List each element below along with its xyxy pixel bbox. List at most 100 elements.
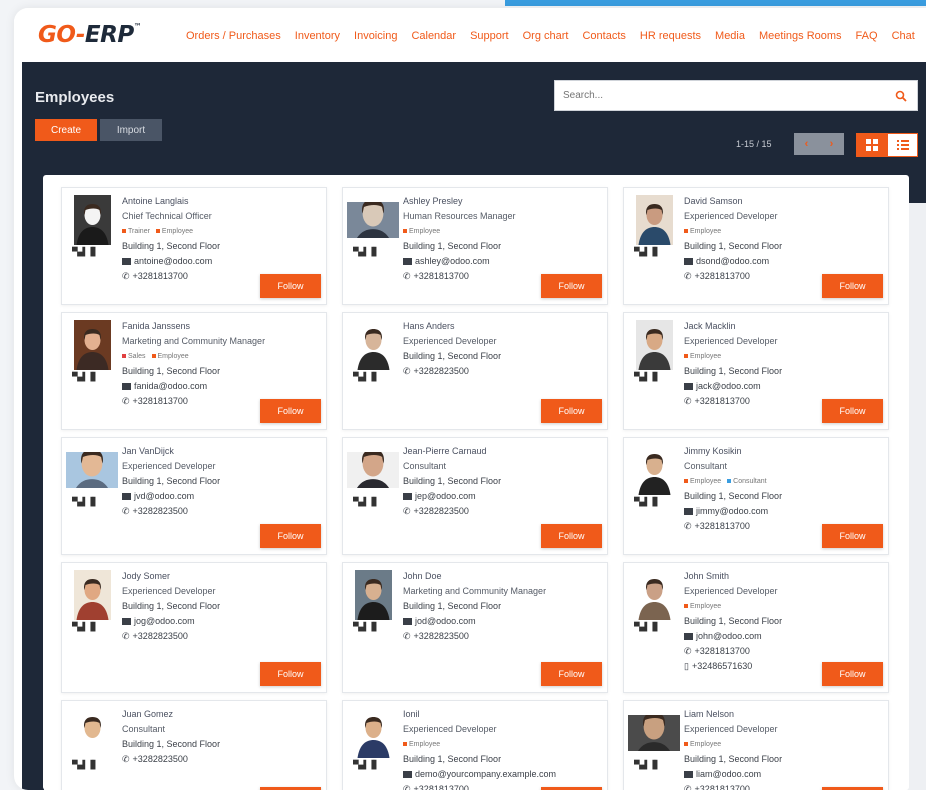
follow-button[interactable]: Follow [260, 274, 321, 298]
chevron-right-icon[interactable]: › [819, 133, 844, 155]
employee-phone[interactable]: +3281813700 [133, 396, 188, 406]
employee-name[interactable]: John Smith [684, 569, 884, 584]
follow-button[interactable]: Follow [541, 274, 602, 298]
follow-button[interactable]: Follow [260, 662, 321, 686]
employee-name[interactable]: Fanida Janssens [122, 319, 322, 334]
menu-item[interactable]: Calendar [411, 30, 456, 42]
employee-card[interactable]: ▀▄▌▐▌ Jody Somer Experienced Developer Buil… [61, 562, 327, 693]
employee-name[interactable]: John Doe [403, 569, 603, 584]
search-input[interactable] [563, 90, 883, 101]
employee-email[interactable]: demo@yourcompany.example.com [415, 769, 556, 779]
brand-logo[interactable]: GO-ERP™ [38, 22, 142, 48]
employee-phone[interactable]: +3281813700 [695, 396, 750, 406]
menu-item[interactable]: HR requests [640, 30, 701, 42]
employee-info: Liam Nelson Experienced Developer Employee… [684, 707, 884, 790]
employee-card[interactable]: ▀▄▌▐▌ Hans Anders Experienced Developer Bui… [342, 312, 608, 430]
menu-item[interactable]: Invoicing [354, 30, 397, 42]
employee-name[interactable]: Jean-Pierre Carnaud [403, 444, 603, 459]
menu-item[interactable]: Media [715, 30, 745, 42]
employee-name[interactable]: Antoine Langlais [122, 194, 322, 209]
employee-phone[interactable]: +3281813700 [695, 784, 750, 790]
employee-email[interactable]: jvd@odoo.com [134, 491, 194, 501]
employee-card[interactable]: ▀▄▌▐▌ David Samson Experienced Developer Em… [623, 187, 889, 305]
phone-row: ✆ +3281813700 [684, 644, 884, 659]
employee-phone[interactable]: +3282823500 [133, 506, 188, 516]
employee-email[interactable]: jep@odoo.com [415, 491, 476, 501]
menu-item[interactable]: Contacts [582, 30, 625, 42]
employee-email[interactable]: dsond@odoo.com [696, 256, 769, 266]
employee-card[interactable]: ▀▄▌▐▌ Liam Nelson Experienced Developer Emp… [623, 700, 889, 790]
follow-button[interactable]: Follow [822, 524, 883, 548]
import-button[interactable]: Import [100, 119, 162, 141]
employee-phone[interactable]: +3282823500 [414, 631, 469, 641]
employee-name[interactable]: Jimmy Kosikin [684, 444, 884, 459]
kanban-view-icon[interactable] [856, 133, 887, 157]
search-box[interactable] [554, 80, 918, 111]
employee-phone[interactable]: +3281813700 [695, 271, 750, 281]
location: Building 1, Second Floor [403, 476, 502, 486]
employee-email[interactable]: liam@odoo.com [696, 769, 761, 779]
follow-button[interactable]: Follow [260, 524, 321, 548]
employee-phone[interactable]: +3281813700 [695, 521, 750, 531]
create-button[interactable]: Create [35, 119, 97, 141]
employee-card[interactable]: ▀▄▌▐▌ John Doe Marketing and Community Man… [342, 562, 608, 693]
pager-value[interactable]: 1-15 / 15 [736, 139, 772, 149]
employee-phone[interactable]: +3281813700 [414, 784, 469, 790]
employee-name[interactable]: Juan Gomez [122, 707, 322, 722]
menu-item[interactable]: FAQ [856, 30, 878, 42]
employee-name[interactable]: Jack Macklin [684, 319, 884, 334]
employee-email[interactable]: jod@odoo.com [415, 616, 476, 626]
employee-card[interactable]: ▀▄▌▐▌ Ionil Experienced Developer Employee B… [342, 700, 608, 790]
employee-email[interactable]: fanida@odoo.com [134, 381, 207, 391]
employee-name[interactable]: David Samson [684, 194, 884, 209]
employee-name[interactable]: Hans Anders [403, 319, 603, 334]
menu-item[interactable]: Support [470, 30, 509, 42]
employee-name[interactable]: Ionil [403, 707, 603, 722]
employee-email[interactable]: antoine@odoo.com [134, 256, 212, 266]
menu-item[interactable]: Meetings Rooms [759, 30, 842, 42]
follow-button[interactable]: Follow [260, 399, 321, 423]
employee-mobile[interactable]: +32486571630 [692, 661, 752, 671]
menu-item[interactable]: Org chart [523, 30, 569, 42]
employee-card[interactable]: ▀▄▌▐▌ Juan Gomez Consultant Building 1, Sec… [61, 700, 327, 790]
phone-icon: ✆ [122, 271, 130, 281]
follow-button[interactable]: Follow [822, 399, 883, 423]
employee-email[interactable]: ashley@odoo.com [415, 256, 490, 266]
employee-phone[interactable]: +3281813700 [133, 271, 188, 281]
employee-card[interactable]: ▀▄▌▐▌ Jack Macklin Experienced Developer Em… [623, 312, 889, 430]
follow-button[interactable]: Follow [541, 399, 602, 423]
employee-job: Experienced Developer [403, 336, 497, 346]
employee-card[interactable]: ▀▄▌▐▌ Jan VanDijck Experienced Developer Bu… [61, 437, 327, 555]
follow-button[interactable]: Follow [541, 524, 602, 548]
tag: Employee [403, 741, 440, 748]
employee-card[interactable]: ▀▄▌▐▌ Antoine Langlais Chief Technical Off… [61, 187, 327, 305]
employee-email[interactable]: jack@odoo.com [696, 381, 761, 391]
menu-item[interactable]: Chat [892, 30, 915, 42]
menu-item[interactable]: Orders / Purchases [186, 30, 281, 42]
employee-card[interactable]: ▀▄▌▐▌ Ashley Presley Human Resources Manag… [342, 187, 608, 305]
employee-card[interactable]: ▀▄▌▐▌ Jimmy Kosikin Consultant Employee Cons… [623, 437, 889, 555]
employee-name[interactable]: Jody Somer [122, 569, 322, 584]
employee-card[interactable]: ▀▄▌▐▌ John Smith Experienced Developer Empl… [623, 562, 889, 693]
employee-email[interactable]: jimmy@odoo.com [696, 506, 768, 516]
employee-email[interactable]: john@odoo.com [696, 631, 762, 641]
chevron-left-icon[interactable]: ‹ [794, 133, 819, 155]
employee-email[interactable]: jog@odoo.com [134, 616, 195, 626]
list-view-icon[interactable] [887, 133, 918, 157]
employee-phone[interactable]: +3281813700 [414, 271, 469, 281]
employee-name[interactable]: Liam Nelson [684, 707, 884, 722]
follow-button[interactable]: Follow [541, 662, 602, 686]
employee-name[interactable]: Ashley Presley [403, 194, 603, 209]
employee-card[interactable]: ▀▄▌▐▌ Jean-Pierre Carnaud Consultant Buildi… [342, 437, 608, 555]
follow-button[interactable]: Follow [822, 274, 883, 298]
employee-phone[interactable]: +3282823500 [414, 506, 469, 516]
follow-button[interactable]: Follow [822, 662, 883, 686]
employee-card[interactable]: ▀▄▌▐▌ Fanida Janssens Marketing and Commun… [61, 312, 327, 430]
search-icon[interactable] [895, 90, 907, 102]
employee-phone[interactable]: +3282823500 [414, 366, 469, 376]
employee-phone[interactable]: +3282823500 [133, 631, 188, 641]
employee-phone[interactable]: +3281813700 [695, 646, 750, 656]
employee-phone[interactable]: +3282823500 [133, 754, 188, 764]
menu-item[interactable]: Inventory [295, 30, 340, 42]
employee-name[interactable]: Jan VanDijck [122, 444, 322, 459]
